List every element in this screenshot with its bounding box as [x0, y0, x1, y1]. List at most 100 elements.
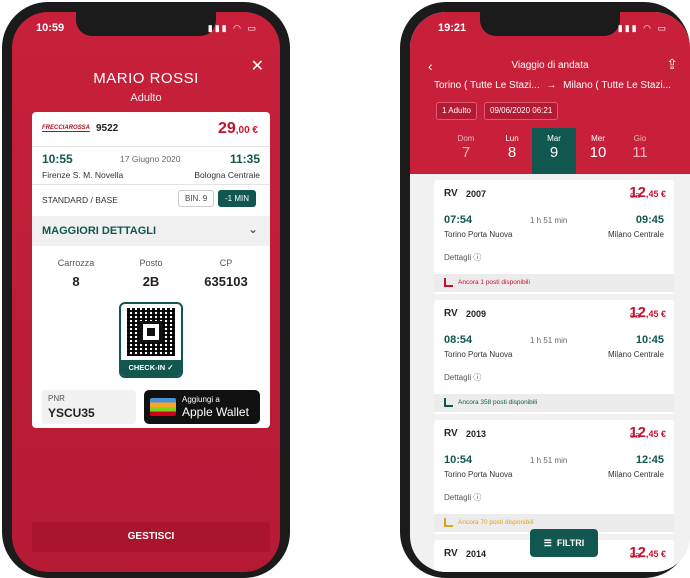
- train-price: 12,45 €: [629, 544, 666, 561]
- divider: [32, 146, 270, 147]
- ticket-card: FRECCIAROSSA 9522 29,00 € 10:55 17 Giugn…: [32, 112, 270, 428]
- cp-value: 635103: [204, 274, 248, 289]
- results-header: 19:21 ▮▮▮ ◠ ▭ ‹ Viaggio di andata ⇪ Tori…: [410, 12, 690, 174]
- train-result-card[interactable]: RV 2013 da 12,45 € 10:54 1 h 51 min 12:4…: [434, 420, 674, 534]
- details-link[interactable]: Dettagli ⓘ: [444, 252, 481, 263]
- phone-notch: [480, 12, 620, 36]
- regionale-veloce-logo: RV: [444, 188, 458, 199]
- train-number: 2007: [466, 189, 487, 199]
- pnr-label: PNR: [48, 394, 65, 403]
- day-tab[interactable]: Mer 10: [578, 134, 618, 161]
- duration: 1 h 51 min: [530, 456, 568, 465]
- ticket-class: STANDARD / BASE: [42, 195, 118, 205]
- train-result-card[interactable]: RV 2007 da 12,45 € 07:54 1 h 51 min 09:4…: [434, 180, 674, 294]
- search-results-screen: 19:21 ▮▮▮ ◠ ▭ ‹ Viaggio di andata ⇪ Tori…: [410, 12, 690, 572]
- cp-label: CP: [219, 258, 233, 268]
- filter-icon: ☰: [543, 538, 552, 548]
- route-to: Milano ( Tutte Le Stazi...: [563, 80, 671, 91]
- pnr-box: PNR YSCU35: [42, 390, 136, 424]
- availability-bar: Ancora 358 posti disponibili: [434, 394, 674, 412]
- phone-left: 10:59 ▮▮▮ ◠ ▭ ✕ MARIO ROSSI Adulto FRECC…: [2, 2, 290, 578]
- arrival-time: 11:35: [229, 152, 260, 166]
- arrival-station: Milano Centrale: [607, 230, 664, 239]
- departure-station: Torino Porta Nuova: [444, 470, 513, 479]
- train-number: 2013: [466, 429, 487, 439]
- travel-date: 17 Giugno 2020: [120, 154, 181, 164]
- details-link[interactable]: Dettagli ⓘ: [444, 492, 481, 503]
- duration: 1 h 51 min: [530, 216, 568, 225]
- route-arrow: →: [546, 80, 557, 91]
- return-trip-icon[interactable]: ⇪: [666, 56, 678, 73]
- datetime-chip[interactable]: 09/06/2020 06:21: [484, 102, 559, 120]
- add-to-wallet-button[interactable]: Aggiungi a Apple Wallet: [144, 390, 260, 424]
- day-tab[interactable]: Lun 8: [492, 134, 532, 161]
- regionale-veloce-logo: RV: [444, 428, 458, 439]
- availability-bar: Ancora 1 posti disponibili: [434, 274, 674, 292]
- status-time: 10:59: [36, 22, 65, 34]
- departure-time: 10:55: [42, 152, 73, 166]
- wallet-icon: [150, 398, 176, 416]
- train-price: 12,45 €: [629, 424, 666, 441]
- status-icons: ▮▮▮ ◠ ▭: [617, 23, 668, 33]
- page-title: Viaggio di andata: [511, 60, 589, 71]
- filter-label: FILTRI: [556, 538, 585, 548]
- frecciarossa-logo: FRECCIAROSSA: [42, 125, 91, 132]
- delay-badge: -1 MIN: [218, 190, 256, 207]
- availability-text: Ancora 1 posti disponibili: [458, 279, 530, 286]
- qr-code[interactable]: CHECK-IN ✓: [119, 302, 183, 378]
- regionale-veloce-logo: RV: [444, 308, 458, 319]
- filter-button[interactable]: ☰ FILTRI: [530, 529, 598, 557]
- train-price: 12,45 €: [629, 184, 666, 201]
- seat-icon: [444, 518, 453, 527]
- status-icons: ▮▮▮ ◠ ▭: [207, 23, 258, 33]
- duration: 1 h 51 min: [530, 336, 568, 345]
- train-price: 12,45 €: [629, 304, 666, 321]
- train-number: 2014: [466, 549, 487, 559]
- chevron-down-icon: ⌄: [247, 222, 258, 236]
- train-number: 9522: [96, 123, 119, 134]
- manage-button[interactable]: GESTISCI: [32, 522, 270, 552]
- arrival-station: Bologna Centrale: [194, 170, 260, 180]
- status-time: 19:21: [438, 22, 467, 34]
- availability-text: Ancora 70 posti disponibili: [458, 519, 534, 526]
- ticket-screen: 10:59 ▮▮▮ ◠ ▭ ✕ MARIO ROSSI Adulto FRECC…: [12, 12, 280, 572]
- phone-notch: [76, 12, 216, 36]
- departure-station: Torino Porta Nuova: [444, 350, 513, 359]
- details-toggle[interactable]: MAGGIORI DETTAGLI ⌄: [32, 216, 270, 246]
- day-tab-selected[interactable]: Mar 9: [532, 128, 576, 174]
- day-tab[interactable]: Dom 7: [446, 134, 486, 161]
- seat-icon: [444, 278, 453, 287]
- departure-time: 08:54: [444, 334, 473, 346]
- details-title: MAGGIORI DETTAGLI: [42, 225, 157, 237]
- route-summary[interactable]: Torino ( Tutte Le Stazi... → Milano ( Tu…: [434, 80, 671, 91]
- wallet-label-top: Aggiungi a: [182, 395, 220, 404]
- pnr-value: YSCU35: [48, 406, 95, 420]
- train-result-card[interactable]: RV 2009 da 12,45 € 08:54 1 h 51 min 10:4…: [434, 300, 674, 414]
- checkin-label: CHECK-IN ✓: [121, 360, 181, 376]
- departure-time: 10:54: [444, 454, 473, 466]
- passenger-name: MARIO ROSSI: [93, 70, 199, 87]
- passenger-type: Adulto: [130, 92, 162, 104]
- arrival-time: 12:45: [635, 454, 664, 466]
- ticket-price: 29,00 €: [217, 120, 258, 137]
- arrival-time: 10:45: [635, 334, 664, 346]
- route-from: Torino ( Tutte Le Stazi...: [434, 80, 540, 91]
- day-tab[interactable]: Gio 11: [620, 134, 660, 161]
- arrival-time: 09:45: [635, 214, 664, 226]
- phone-right: 19:21 ▮▮▮ ◠ ▭ ‹ Viaggio di andata ⇪ Tori…: [400, 2, 690, 578]
- departure-time: 07:54: [444, 214, 473, 226]
- seat-label: Posto: [139, 258, 163, 268]
- seat-value: 2B: [142, 274, 160, 289]
- arrival-station: Milano Centrale: [607, 470, 664, 479]
- divider: [32, 184, 270, 185]
- wallet-label-bottom: Apple Wallet: [182, 405, 249, 419]
- coach-value: 8: [72, 274, 80, 289]
- train-number: 2009: [466, 309, 487, 319]
- availability-text: Ancora 358 posti disponibili: [458, 399, 538, 406]
- platform-badge: BIN. 9: [178, 190, 215, 207]
- qr-center-marker: [140, 321, 162, 343]
- passengers-chip[interactable]: 1 Adulto: [436, 102, 477, 120]
- details-link[interactable]: Dettagli ⓘ: [444, 372, 481, 383]
- seat-icon: [444, 398, 453, 407]
- arrival-station: Milano Centrale: [607, 350, 664, 359]
